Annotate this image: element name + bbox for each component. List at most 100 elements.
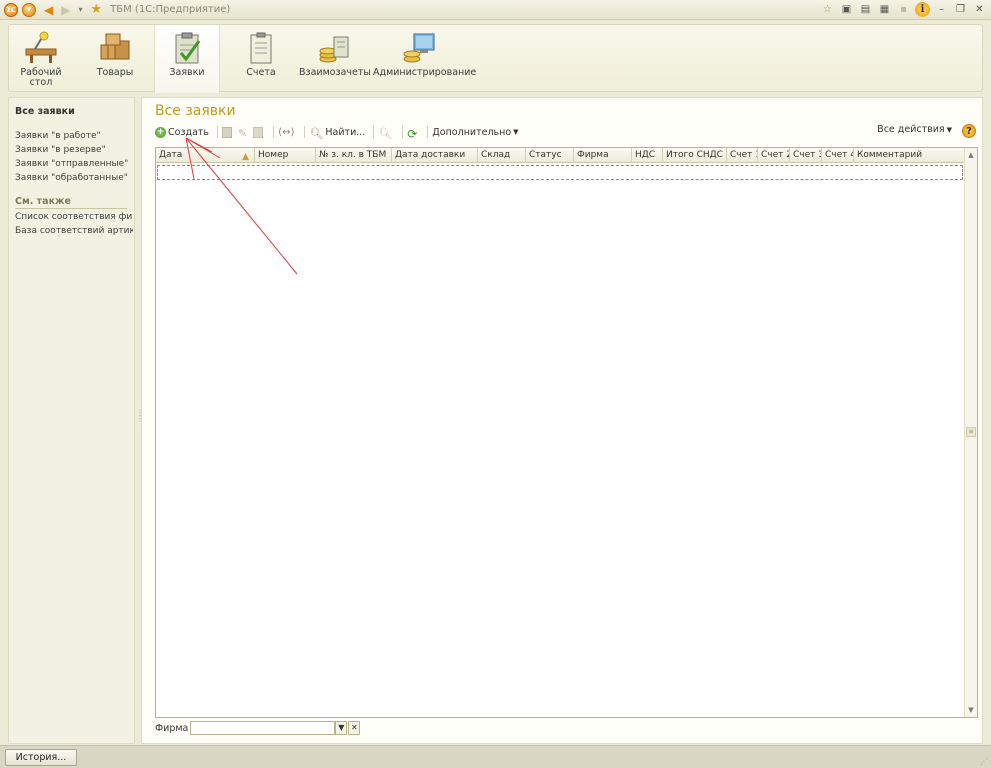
- panel-splitter[interactable]: ⋮ ⋮: [136, 409, 144, 432]
- column-header-account-2[interactable]: Счет 2: [758, 148, 790, 163]
- favorites-add-icon[interactable]: ☆: [820, 2, 835, 17]
- server-icon: [400, 31, 436, 65]
- nav-item-firm-mapping[interactable]: Список соответствия фирм: [15, 212, 133, 222]
- separator: [304, 126, 306, 138]
- calculator-icon[interactable]: ▤: [858, 2, 873, 17]
- column-header-vat[interactable]: НДС: [632, 148, 663, 163]
- section-goods[interactable]: Товары: [87, 25, 143, 93]
- scroll-up-icon[interactable]: ▲: [965, 149, 977, 161]
- search-cancel-icon: 🔍︎: [378, 126, 393, 140]
- section-invoices[interactable]: Счета: [233, 25, 289, 93]
- create-button-label: Создать: [168, 126, 210, 138]
- main-menu-icon[interactable]: ▾: [22, 2, 36, 17]
- info-icon[interactable]: i: [915, 2, 930, 17]
- separator: [402, 126, 404, 138]
- column-header-comment[interactable]: Комментарий: [854, 148, 965, 163]
- pencil-icon: ✎: [238, 126, 248, 140]
- section-orders[interactable]: Заявки: [154, 25, 220, 93]
- coins-icon: [316, 31, 352, 65]
- restore-icon[interactable]: ❐: [953, 2, 968, 17]
- table-header: Дата ▲ Номер № з. кл. в ТБМ Дата доставки…: [156, 148, 965, 163]
- separator: [427, 126, 429, 138]
- column-header-date[interactable]: Дата ▲: [156, 148, 255, 163]
- history-dropdown-icon[interactable]: ▾: [78, 5, 82, 14]
- separator: [373, 126, 375, 138]
- copy-button[interactable]: [222, 126, 234, 138]
- more-menu-label: Дополнительно: [432, 126, 512, 138]
- forward-icon[interactable]: ▶: [61, 3, 70, 17]
- main-content: Все заявки + Создать ✎ (↔) 🔍︎ Найти... 🔍…: [141, 97, 983, 744]
- create-button[interactable]: + Создать: [155, 126, 210, 138]
- table-row-empty[interactable]: [157, 165, 963, 180]
- section-desktop[interactable]: Рабочий стол: [15, 25, 67, 93]
- minimize-icon[interactable]: –: [934, 2, 949, 17]
- monitor-icon[interactable]: ▣: [839, 2, 854, 17]
- all-actions-button[interactable]: Все действия ▼: [877, 124, 952, 135]
- window-title: ТБМ (1С:Предприятие): [110, 4, 231, 15]
- firm-filter-input[interactable]: [190, 721, 336, 735]
- chevron-down-icon[interactable]: ▼: [335, 721, 348, 735]
- column-header-account-3[interactable]: Счет 3: [790, 148, 822, 163]
- hierarchy-button[interactable]: (↔): [278, 127, 296, 138]
- find-button[interactable]: 🔍︎ Найти...: [309, 126, 366, 140]
- refresh-button[interactable]: ⟳: [407, 126, 419, 141]
- back-icon[interactable]: ◀: [44, 3, 53, 17]
- copy-icon: [222, 126, 233, 138]
- favorites-star-icon[interactable]: ★: [90, 2, 102, 17]
- page-title: Все заявки: [155, 103, 236, 119]
- mark-delete-button[interactable]: [253, 126, 265, 138]
- vertical-scrollbar[interactable]: ▲ ≡ ▼: [964, 148, 977, 717]
- memo-icon[interactable]: ▪: [896, 2, 911, 17]
- status-bar: История... ⋰: [0, 745, 991, 768]
- section-settlements[interactable]: Взаимозачеты: [299, 25, 371, 93]
- edit-button[interactable]: ✎: [238, 126, 249, 140]
- section-label: Администрирование: [373, 67, 477, 78]
- delete-mark-icon: [253, 126, 264, 138]
- section-label: Счета: [246, 67, 276, 78]
- chevron-down-icon: ▼: [513, 128, 519, 136]
- see-also-heading: См. также: [15, 196, 127, 209]
- nav-item-all-orders[interactable]: Все заявки: [15, 106, 75, 117]
- invoice-icon: [243, 31, 279, 65]
- clear-icon[interactable]: ✕: [348, 721, 361, 735]
- separator: [273, 126, 275, 138]
- section-label: Товары: [96, 67, 134, 78]
- column-header-delivery-date[interactable]: Дата доставки: [392, 148, 478, 163]
- orders-table[interactable]: Дата ▲ Номер № з. кл. в ТБМ Дата доставки…: [155, 147, 978, 718]
- history-button[interactable]: История...: [5, 749, 77, 766]
- scroll-thumb[interactable]: ≡: [966, 427, 976, 437]
- command-bar: + Создать ✎ (↔) 🔍︎ Найти... 🔍︎ ⟳ Дополни…: [155, 124, 978, 141]
- column-header-client-order[interactable]: № з. кл. в ТБМ: [316, 148, 392, 163]
- resize-grip-icon[interactable]: ⋰: [980, 757, 988, 766]
- column-header-firm[interactable]: Фирма: [574, 148, 632, 163]
- nav-item-sent[interactable]: Заявки "отправленные": [15, 159, 133, 169]
- nav-item-in-work[interactable]: Заявки "в работе": [15, 131, 133, 141]
- nav-item-article-mapping[interactable]: База соответствий артику...: [15, 226, 133, 236]
- column-header-total-vat[interactable]: Итого СНДС: [663, 148, 727, 163]
- help-icon[interactable]: ?: [962, 124, 976, 138]
- find-button-label: Найти...: [325, 126, 366, 138]
- more-menu-button[interactable]: Дополнительно ▼: [432, 127, 518, 138]
- filter-label: Фирма: [155, 722, 189, 734]
- column-header-number[interactable]: Номер: [255, 148, 316, 163]
- cancel-search-button[interactable]: 🔍︎: [378, 126, 394, 140]
- section-label: Взаимозачеты: [299, 67, 371, 78]
- title-bar: 1С ▾ ◀ ▶ ▾ ★ ТБМ (1С:Предприятие) ☆ ▣ ▤ …: [0, 0, 991, 20]
- plus-icon: +: [155, 126, 166, 138]
- left-navigation-panel: Все заявки Заявки "в работе" Заявки "в р…: [8, 97, 135, 744]
- nav-item-processed[interactable]: Заявки "обработанные": [15, 173, 133, 183]
- section-label: Заявки: [169, 67, 205, 78]
- 1c-logo-icon[interactable]: 1С: [4, 2, 18, 17]
- refresh-icon: ⟳: [407, 126, 418, 141]
- calendar-icon[interactable]: ▦: [877, 2, 892, 17]
- chevron-down-icon: ▼: [946, 125, 952, 134]
- section-administration[interactable]: Администрирование: [373, 25, 477, 93]
- column-header-warehouse[interactable]: Склад: [478, 148, 526, 163]
- column-header-status[interactable]: Статус: [526, 148, 574, 163]
- column-header-account-1[interactable]: Счет 1: [727, 148, 758, 163]
- close-icon[interactable]: ✕: [972, 2, 987, 17]
- scroll-down-icon[interactable]: ▼: [965, 704, 977, 716]
- nav-item-reserved[interactable]: Заявки "в резерве": [15, 145, 133, 155]
- column-header-account-4[interactable]: Счет 4: [822, 148, 854, 163]
- clipboard-check-icon: [169, 31, 205, 65]
